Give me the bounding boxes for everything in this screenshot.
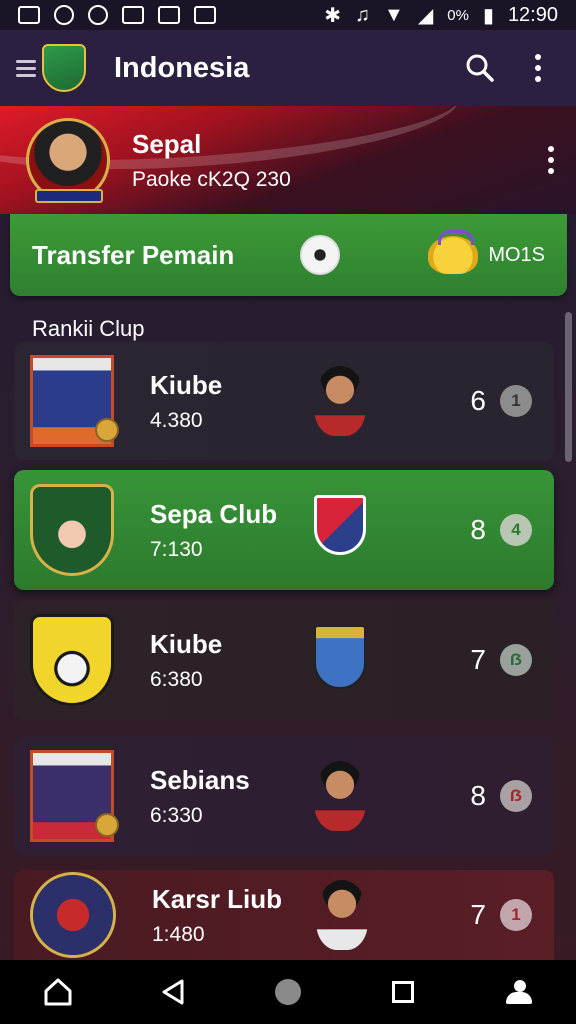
box-icon: [122, 6, 144, 24]
club-points: 4.380: [150, 408, 203, 432]
medal-icon: [95, 813, 119, 837]
club-text: Kiube 6:380: [150, 629, 300, 692]
search-icon[interactable]: [458, 46, 502, 90]
club-crest-icon: [30, 750, 119, 842]
home-icon[interactable]: [28, 967, 88, 1017]
rank-number: 7: [470, 644, 486, 675]
status-bar: ✱ ♫ ▼ ◢ 0% ▮ 12:90: [0, 0, 576, 30]
wifi-icon: ▼: [384, 3, 404, 26]
app-bar: Indonesia: [0, 30, 576, 106]
menu-icon[interactable]: [16, 59, 36, 77]
club-crest-icon: [30, 614, 114, 706]
rank-number: 6: [470, 385, 486, 416]
profile-subtitle: Paoke cK2Q 230: [132, 167, 291, 191]
rank-number: 8: [470, 780, 486, 811]
club-text: Sepa Club 7:130: [150, 499, 300, 562]
transfer-title: Transfer Pemain: [32, 239, 235, 270]
club-name: Kiube: [150, 628, 223, 659]
back-icon[interactable]: [143, 967, 203, 1017]
profile-text: Sepal Paoke cK2Q 230: [132, 129, 548, 192]
notification-icons: [18, 5, 216, 25]
profile-name: Sepal: [132, 128, 202, 159]
transfer-banner[interactable]: Transfer Pemain MO1S: [10, 214, 567, 296]
avatar-ribbon: [35, 189, 103, 203]
rank-number: 8: [470, 514, 486, 545]
signal-icon: ◢: [417, 4, 434, 27]
profile-more-icon[interactable]: [548, 146, 554, 174]
navigation-bar: [0, 960, 576, 1024]
people-icon[interactable]: [488, 967, 548, 1017]
list-item[interactable]: Sepa Club 7:130 8 4: [14, 470, 554, 590]
rank-badge: 4: [500, 514, 532, 546]
shield-icon: [314, 625, 366, 695]
club-crest-icon: [30, 355, 119, 447]
club-text: Karsr Liub 1:480: [152, 884, 302, 947]
more-vert-icon[interactable]: [516, 46, 560, 90]
mail-icon: [18, 6, 40, 24]
page-title: Indonesia: [114, 51, 250, 84]
club-name: Sebians: [150, 764, 250, 795]
club-crest-icon: [30, 872, 116, 958]
clock: 12:90: [507, 3, 558, 26]
app-logo: [42, 44, 86, 92]
rank-badge: 1: [500, 385, 532, 417]
list-item[interactable]: Sebians 6:330 8 ẞ: [14, 736, 554, 856]
app-icon: [88, 5, 108, 25]
club-points: 6:330: [150, 803, 203, 827]
club-name: Kiube: [150, 369, 223, 400]
player-avatar: [314, 366, 366, 436]
soccer-ball-icon: [300, 235, 341, 275]
battery-icon: ▮: [482, 4, 494, 27]
pennant-icon: [314, 495, 366, 565]
player-avatar: [314, 761, 366, 831]
system-icons: ✱ ♫ ▼ ◢ 0% ▮ 12:90: [324, 3, 558, 28]
club-points: 7:130: [150, 537, 203, 561]
rank-badge: ẞ: [500, 644, 532, 676]
rank-number: 7: [470, 899, 486, 930]
recents-icon[interactable]: [373, 967, 433, 1017]
ranking-label: Rankii Clup: [32, 316, 145, 341]
rank-badge: 1: [500, 899, 532, 931]
battery-text: 0%: [447, 6, 469, 24]
coin-icon: [428, 230, 479, 274]
vibrate-icon: ♫: [355, 3, 371, 26]
chat-icon: [54, 5, 74, 25]
club-text: Sebians 6:330: [150, 765, 300, 828]
list-item[interactable]: Kiube 6:380 7 ẞ: [14, 600, 554, 720]
avatar[interactable]: [26, 118, 110, 203]
club-text: Kiube 4.380: [150, 370, 300, 433]
list-item[interactable]: Karsr Liub 1:480 7 1: [14, 870, 554, 960]
scrollbar[interactable]: [565, 312, 572, 462]
home-circle-icon[interactable]: [258, 967, 318, 1017]
club-crest-icon: [30, 484, 114, 576]
gmail-icon: [194, 6, 216, 24]
club-name: Karsr Liub: [152, 883, 283, 914]
list-item[interactable]: Kiube 4.380 6 1: [14, 342, 554, 460]
club-name: Sepa Club: [150, 498, 278, 529]
timer-icon: [158, 6, 180, 24]
bluetooth-icon: ✱: [324, 4, 342, 27]
player-avatar: [316, 880, 368, 950]
club-points: 6:380: [150, 667, 203, 691]
rank-badge: ẞ: [500, 780, 532, 812]
transfer-code: MO1S: [488, 243, 545, 266]
medal-icon: [95, 418, 119, 442]
profile-header: Sepal Paoke cK2Q 230: [0, 106, 576, 214]
club-points: 1:480: [152, 922, 205, 946]
